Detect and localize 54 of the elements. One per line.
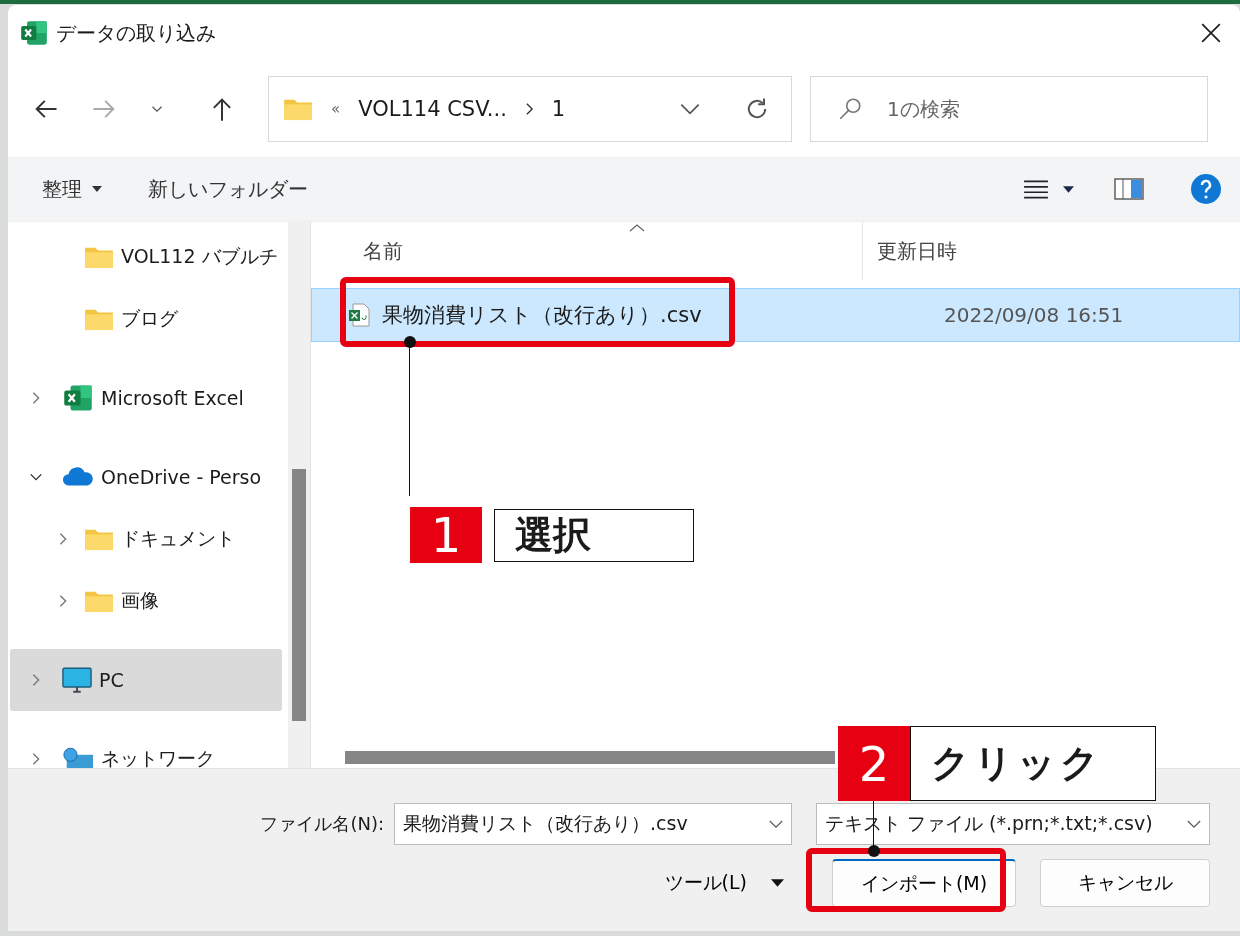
scrollbar-thumb[interactable] — [345, 751, 835, 764]
cancel-button[interactable]: キャンセル — [1040, 859, 1210, 907]
import-button[interactable]: インポート(M) — [832, 859, 1016, 907]
breadcrumb-item[interactable]: 1 — [551, 97, 566, 121]
new-folder-button[interactable]: 新しいフォルダー — [136, 169, 320, 209]
step-label: クリック — [910, 726, 1156, 801]
search-field[interactable]: 1の検索 — [810, 76, 1208, 142]
nav-tree-item[interactable]: OneDrive - Perso — [10, 446, 282, 508]
address-bar[interactable]: « VOL114 CSV... 1 — [268, 76, 792, 142]
overflow-chevron[interactable]: « — [331, 100, 341, 118]
folder-icon — [283, 97, 313, 121]
column-header[interactable]: 名前 — [311, 222, 863, 280]
search-input[interactable]: 1の検索 — [885, 96, 1189, 122]
csv-file-icon — [348, 303, 370, 327]
monitor-icon — [62, 666, 92, 694]
column-header[interactable]: 更新日時 — [863, 222, 957, 280]
file-name-label: ファイル名(N): — [260, 812, 384, 836]
chevron-down-icon[interactable] — [1187, 819, 1201, 829]
preview-pane-icon[interactable] — [1114, 178, 1144, 200]
modified-date: 2022/09/08 16:51 — [944, 303, 1124, 327]
nav-tree-item[interactable]: PC — [10, 649, 282, 711]
scrollbar-thumb[interactable] — [292, 469, 306, 721]
view-list-icon[interactable] — [1023, 178, 1049, 200]
organize-menu-button[interactable]: 整理 — [30, 169, 114, 209]
folder-icon — [84, 527, 114, 551]
close-icon[interactable] — [1200, 22, 1222, 44]
search-icon — [837, 96, 863, 122]
nav-tree-item[interactable]: ドキュメント — [10, 508, 282, 570]
file-row[interactable]: 果物消費リスト（改行あり）.csv 2022/09/08 16:51 — [311, 288, 1240, 342]
nav-tree-item[interactable]: Microsoft Excel — [10, 367, 282, 429]
cloud-icon — [62, 467, 94, 487]
caret-icon[interactable] — [1063, 185, 1074, 193]
nav-tree-item[interactable]: 画像 — [10, 570, 282, 632]
file-name: 果物消費リスト（改行あり）.csv — [382, 302, 702, 329]
sort-ascending-icon[interactable] — [629, 224, 645, 232]
nav-tree-item[interactable]: ブログ — [10, 288, 282, 350]
folder-icon — [84, 307, 114, 331]
excel-icon — [62, 383, 94, 413]
step-label: 選択 — [494, 508, 694, 562]
folder-icon — [84, 245, 114, 269]
breadcrumb-chevron-icon[interactable] — [524, 102, 534, 116]
caret-icon — [771, 879, 784, 887]
nav-tree-item[interactable]: VOL112 バブルチ — [10, 226, 282, 288]
help-icon[interactable] — [1190, 173, 1222, 205]
folder-icon — [84, 589, 114, 613]
step-number: 2 — [838, 726, 910, 801]
chevron-down-icon[interactable] — [769, 819, 783, 829]
window-title: データの取り込み — [56, 19, 216, 47]
breadcrumb-item[interactable]: VOL114 CSV... — [358, 97, 507, 121]
excel-icon — [20, 19, 48, 47]
tools-menu-button[interactable]: ツール(L) — [658, 869, 790, 897]
step-number: 1 — [410, 507, 482, 563]
caret-icon — [92, 186, 102, 192]
file-name-field[interactable]: 果物消費リスト（改行あり）.csv — [394, 803, 792, 845]
